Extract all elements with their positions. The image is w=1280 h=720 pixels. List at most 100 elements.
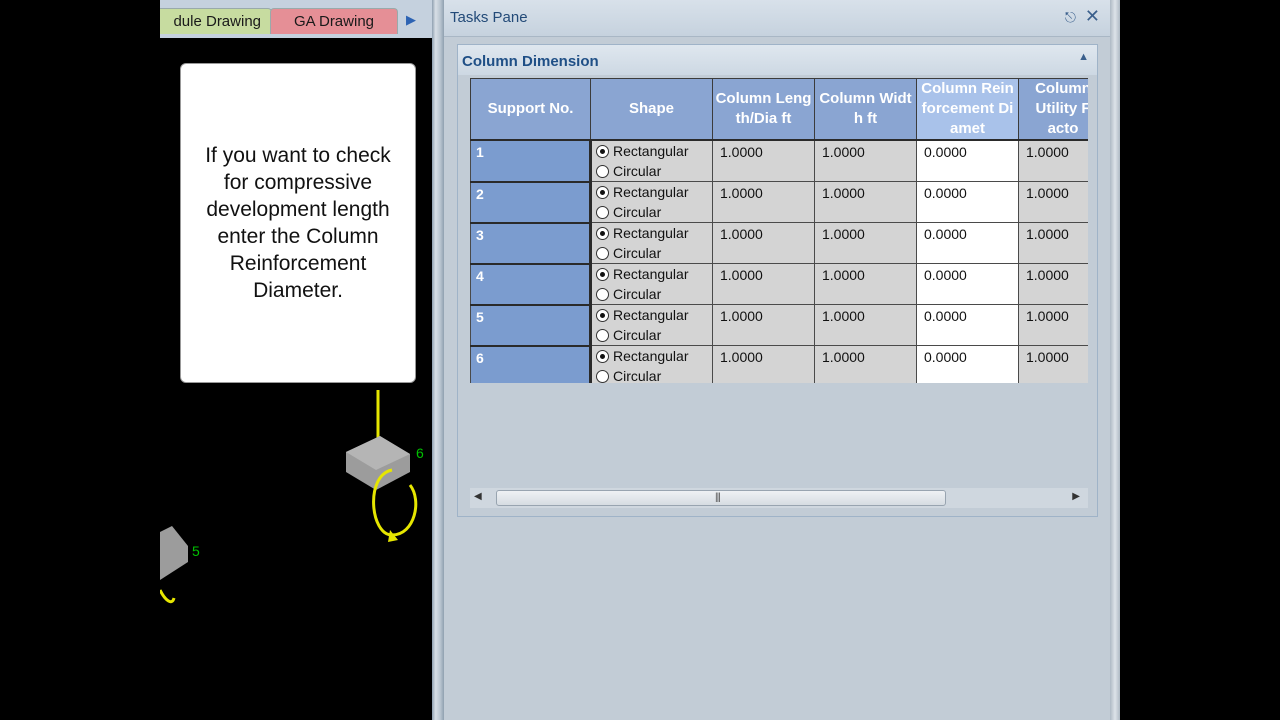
pane-header: Tasks Pane ⎋ ✕ xyxy=(444,0,1110,37)
horizontal-scrollbar[interactable]: ◀ ||| ▶ xyxy=(470,488,1088,508)
cell-column-length[interactable]: 1.0000 xyxy=(712,181,815,223)
node-label-5: 5 xyxy=(192,543,200,559)
radio-circular[interactable] xyxy=(596,246,609,260)
header-support-no[interactable]: Support No. xyxy=(470,78,591,141)
cell-reinforcement-diameter[interactable]: 0.0000 xyxy=(916,139,1019,182)
cell-column-width[interactable]: 1.0000 xyxy=(814,181,917,223)
cell-utility-factor[interactable]: 1.0000 xyxy=(1018,222,1088,264)
shape-option-rectangular[interactable]: Rectangular xyxy=(592,141,712,161)
cell-reinforcement-diameter[interactable]: 0.0000 xyxy=(916,263,1019,305)
cell-utility-factor[interactable]: 1.0000 xyxy=(1018,263,1088,305)
radio-label: Circular xyxy=(613,327,662,343)
cell-support-no[interactable]: 5 xyxy=(470,304,592,347)
cell-utility-factor[interactable]: 1.0000 xyxy=(1018,304,1088,346)
cell-shape: Rectangular Circular xyxy=(590,304,713,346)
header-column-length[interactable]: Column Length/Dia ft xyxy=(712,78,815,141)
group-header[interactable]: Column Dimension ▲ xyxy=(458,45,1097,75)
radio-circular[interactable] xyxy=(596,328,609,342)
cell-column-width[interactable]: 1.0000 xyxy=(814,304,917,346)
radio-label: Rectangular xyxy=(613,184,689,200)
shape-option-rectangular[interactable]: Rectangular xyxy=(592,183,712,203)
cell-shape: Rectangular Circular xyxy=(590,345,713,383)
radio-rectangular[interactable] xyxy=(596,185,609,199)
cell-column-width[interactable]: 1.0000 xyxy=(814,139,917,182)
shape-option-rectangular[interactable]: Rectangular xyxy=(592,347,712,367)
pin-icon[interactable]: ⎋ xyxy=(1065,9,1076,26)
shape-option-circular[interactable]: Circular xyxy=(592,284,712,304)
support-block-5 xyxy=(160,526,188,580)
radio-rectangular[interactable] xyxy=(596,144,609,158)
cell-support-no[interactable]: 6 xyxy=(470,345,592,383)
table-row: 2 Rectangular Circular 1.0000 1.0000 0.0000 1.… xyxy=(470,181,1088,224)
radio-label: Rectangular xyxy=(613,143,689,159)
window-border xyxy=(1110,0,1120,720)
cell-column-length[interactable]: 1.0000 xyxy=(712,263,815,305)
pane-splitter[interactable] xyxy=(432,0,444,720)
shape-option-circular[interactable]: Circular xyxy=(592,366,712,383)
cell-column-width[interactable]: 1.0000 xyxy=(814,345,917,383)
radio-label: Circular xyxy=(613,286,662,302)
header-column-utility-factor[interactable]: Column Utility Facto xyxy=(1018,78,1088,141)
radio-circular[interactable] xyxy=(596,287,609,301)
pane-title: Tasks Pane xyxy=(450,9,528,26)
cell-support-no[interactable]: 4 xyxy=(470,263,592,306)
shape-option-circular[interactable]: Circular xyxy=(592,202,712,222)
cell-utility-factor[interactable]: 1.0000 xyxy=(1018,345,1088,383)
outside-area xyxy=(1120,0,1280,720)
cell-utility-factor[interactable]: 1.0000 xyxy=(1018,181,1088,223)
radio-rectangular[interactable] xyxy=(596,226,609,240)
radio-label: Rectangular xyxy=(613,348,689,364)
cell-shape: Rectangular Circular xyxy=(590,181,713,223)
scrollbar-thumb[interactable]: ||| xyxy=(496,490,946,506)
radio-rectangular[interactable] xyxy=(596,267,609,281)
header-shape[interactable]: Shape xyxy=(590,78,713,141)
radio-rectangular[interactable] xyxy=(596,349,609,363)
radio-circular[interactable] xyxy=(596,369,609,383)
drawing-area[interactable]: 6 5 dule Drawing GA Drawing ▶ If you wan… xyxy=(160,0,432,720)
radio-label: Circular xyxy=(613,163,662,179)
cell-column-length[interactable]: 1.0000 xyxy=(712,222,815,264)
cell-shape: Rectangular Circular xyxy=(590,139,713,182)
radio-label: Circular xyxy=(613,368,662,383)
group-title: Column Dimension xyxy=(462,53,599,70)
shape-option-circular[interactable]: Circular xyxy=(592,243,712,263)
cell-shape: Rectangular Circular xyxy=(590,222,713,264)
cell-support-no[interactable]: 2 xyxy=(470,181,592,224)
shape-option-rectangular[interactable]: Rectangular xyxy=(592,265,712,285)
close-icon[interactable]: ✕ xyxy=(1085,6,1100,27)
cell-reinforcement-diameter[interactable]: 0.0000 xyxy=(916,222,1019,264)
scroll-right-icon[interactable]: ▶ xyxy=(1072,491,1080,502)
tab-scroll-right-icon[interactable]: ▶ xyxy=(406,12,416,28)
table-row: 3 Rectangular Circular 1.0000 1.0000 0.0000 1.… xyxy=(470,222,1088,265)
header-column-reinforcement-diameter[interactable]: Column Reinforcement Diamet xyxy=(916,78,1019,141)
radio-rectangular[interactable] xyxy=(596,308,609,322)
cell-reinforcement-diameter[interactable]: 0.0000 xyxy=(916,181,1019,223)
cell-column-length[interactable]: 1.0000 xyxy=(712,345,815,383)
shape-option-circular[interactable]: Circular xyxy=(592,161,712,181)
cell-column-width[interactable]: 1.0000 xyxy=(814,263,917,305)
tab-ga-drawing[interactable]: GA Drawing xyxy=(270,8,398,34)
moment-arrow-5 xyxy=(160,589,176,604)
tab-schedule-drawing[interactable]: dule Drawing xyxy=(160,8,272,34)
cell-column-length[interactable]: 1.0000 xyxy=(712,304,815,346)
cell-support-no[interactable]: 3 xyxy=(470,222,592,265)
scroll-left-icon[interactable]: ◀ xyxy=(474,491,482,502)
cell-utility-factor[interactable]: 1.0000 xyxy=(1018,139,1088,182)
radio-label: Circular xyxy=(613,204,662,220)
header-column-width[interactable]: Column Width ft xyxy=(814,78,917,141)
radio-circular[interactable] xyxy=(596,205,609,219)
cell-reinforcement-diameter[interactable]: 0.0000 xyxy=(916,345,1019,383)
table-row: 4 Rectangular Circular 1.0000 1.0000 0.0000 1.… xyxy=(470,263,1088,306)
shape-option-rectangular[interactable]: Rectangular xyxy=(592,306,712,326)
node-label-6: 6 xyxy=(416,445,424,461)
column-dimension-group: Column Dimension ▲ Support No. Shape Col… xyxy=(457,44,1098,517)
chevron-up-icon[interactable]: ▲ xyxy=(1078,51,1089,63)
shape-option-rectangular[interactable]: Rectangular xyxy=(592,224,712,244)
cell-support-no[interactable]: 1 xyxy=(470,139,592,183)
radio-circular[interactable] xyxy=(596,164,609,178)
cell-column-length[interactable]: 1.0000 xyxy=(712,139,815,182)
shape-option-circular[interactable]: Circular xyxy=(592,325,712,345)
radio-label: Rectangular xyxy=(613,307,689,323)
cell-column-width[interactable]: 1.0000 xyxy=(814,222,917,264)
cell-reinforcement-diameter[interactable]: 0.0000 xyxy=(916,304,1019,346)
